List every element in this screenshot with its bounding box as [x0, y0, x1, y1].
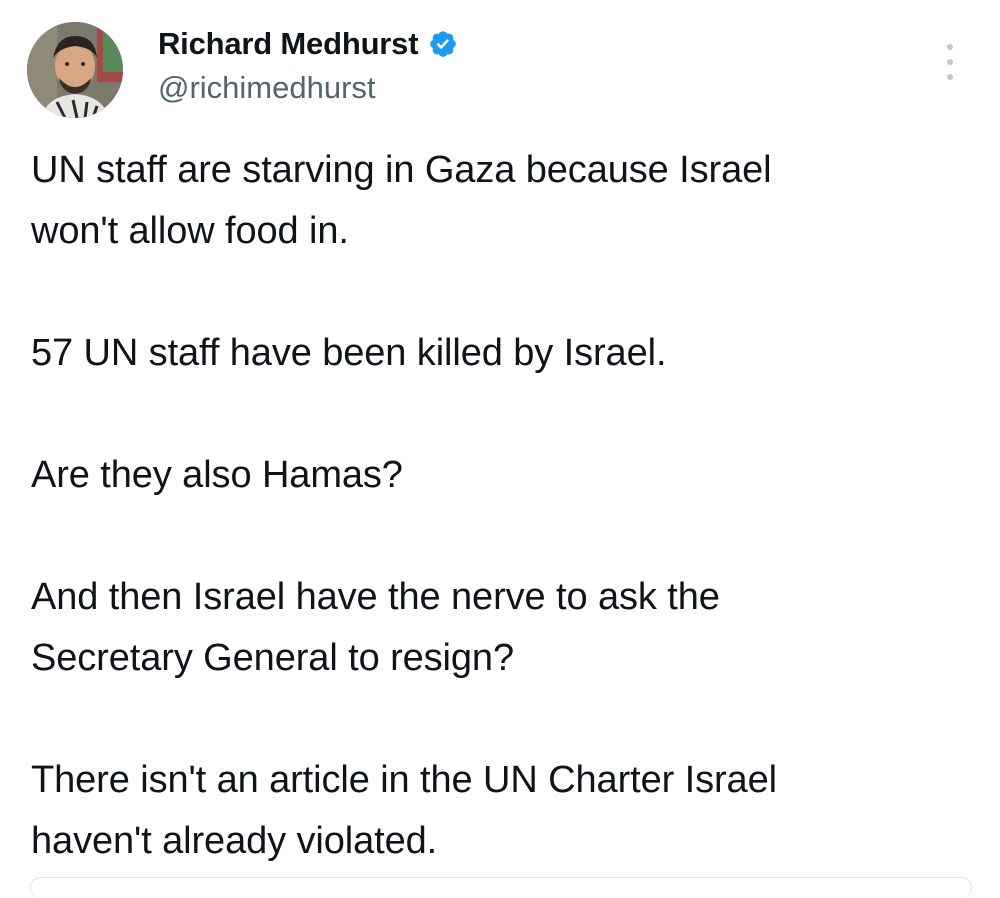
tweet-line: Are they also Hamas?	[31, 454, 403, 496]
verified-badge-icon	[430, 31, 457, 57]
quote-card-edge	[30, 877, 972, 898]
tweet-line: And then Israel have the nerve to ask th…	[31, 576, 720, 618]
more-dot	[947, 74, 953, 80]
tweet-line: Secretary General to resign?	[31, 637, 514, 679]
tweet-text: UN staff are starving in Gaza because Is…	[31, 140, 981, 872]
tweet-line: 57 UN staff have been killed by Israel.	[31, 332, 667, 374]
author-display-name[interactable]: Richard Medhurst	[158, 26, 419, 62]
tweet-line: There isn't an article in the UN Charter…	[31, 759, 777, 801]
tweet-line: won't allow food in.	[31, 210, 349, 252]
author-name-row[interactable]: Richard Medhurst	[158, 24, 458, 64]
tweet-line: UN staff are starving in Gaza because Is…	[31, 149, 772, 191]
avatar-image	[27, 22, 123, 118]
more-dot	[947, 59, 953, 65]
tweet-line: haven't already violated.	[31, 820, 438, 862]
tweet: Richard Medhurst @richimedhurst UN staff…	[0, 0, 1000, 898]
avatar[interactable]	[27, 22, 123, 118]
author-handle[interactable]: @richimedhurst	[158, 70, 376, 106]
more-dot	[947, 44, 953, 50]
more-options-icon[interactable]	[938, 44, 962, 80]
